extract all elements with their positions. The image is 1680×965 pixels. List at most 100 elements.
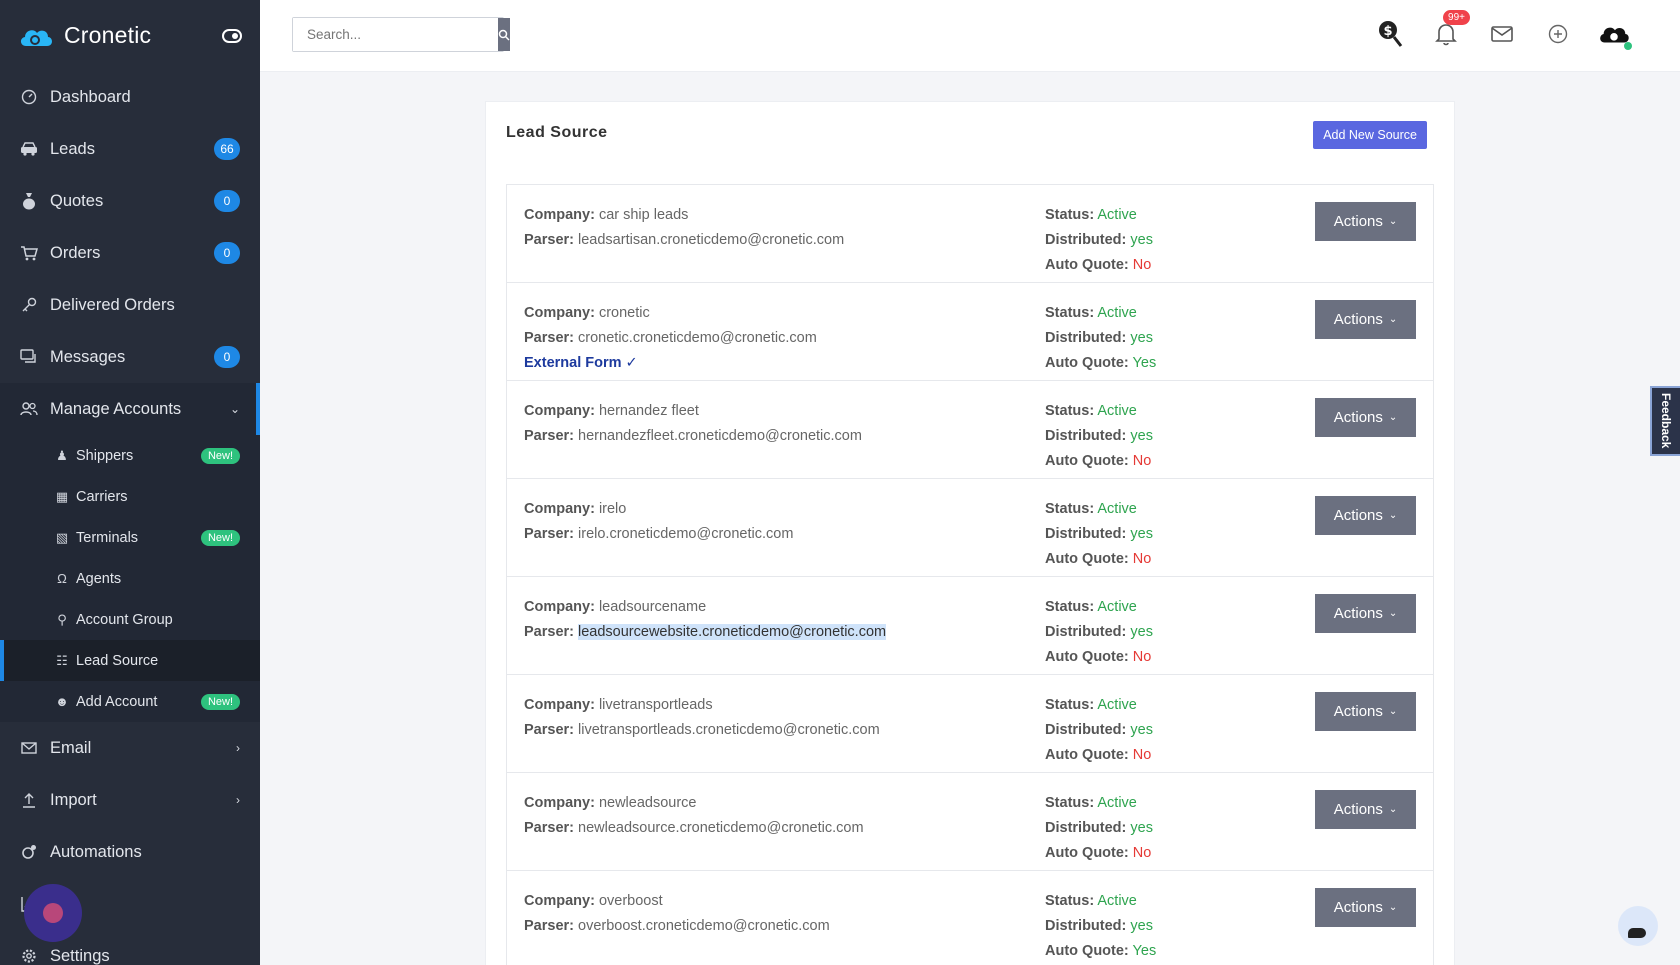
- actions-dropdown-button[interactable]: Actions ⌄: [1315, 594, 1416, 633]
- chevron-down-icon: ⌄: [1388, 216, 1398, 227]
- status-label: Status:: [1045, 697, 1095, 713]
- sidebar-item-leads[interactable]: Leads 66: [0, 123, 260, 175]
- company-value: leadsourcename: [598, 599, 707, 615]
- quotes-count-badge: 0: [214, 190, 240, 212]
- sidebar-item-label: Import: [50, 790, 97, 809]
- chat-widget-button[interactable]: [1618, 906, 1658, 946]
- dollar-search-icon: $: [1379, 21, 1403, 47]
- distributed-label: Distributed:: [1045, 918, 1127, 934]
- search-button[interactable]: [498, 18, 510, 51]
- distributed-label: Distributed:: [1045, 428, 1127, 444]
- company-value: livetransportleads: [598, 697, 713, 713]
- auto-quote-label: Auto Quote:: [1045, 649, 1129, 665]
- svg-text:$: $: [1383, 24, 1392, 39]
- company-label: Company:: [524, 501, 595, 517]
- actions-label: Actions: [1333, 605, 1383, 622]
- sidebar-item-delivered-orders[interactable]: Delivered Orders: [0, 279, 260, 331]
- sidebar-subitem-agents[interactable]: Ω Agents: [0, 558, 260, 599]
- company-label: Company:: [524, 207, 595, 223]
- sidebar-subitem-carriers[interactable]: ▦ Carriers: [0, 476, 260, 517]
- actions-label: Actions: [1333, 507, 1383, 524]
- parser-value: hernandezfleet.croneticdemo@cronetic.com: [578, 428, 862, 444]
- actions-dropdown-button[interactable]: Actions ⌄: [1315, 888, 1416, 927]
- building-icon: ▧: [55, 529, 69, 545]
- page-title: Lead Source: [506, 124, 608, 141]
- add-button[interactable]: [1542, 16, 1574, 52]
- parser-label: Parser:: [524, 624, 574, 640]
- sidebar-subitem-account-group[interactable]: ⚲ Account Group: [0, 599, 260, 640]
- sidebar-item-messages[interactable]: Messages 0: [0, 331, 260, 383]
- feedback-label: Feedback: [1659, 393, 1673, 449]
- sidebar-item-quotes[interactable]: Quotes 0: [0, 175, 260, 227]
- row-status: Status: Active Distributed: yes Auto Quo…: [1045, 203, 1153, 278]
- gear-icon: [20, 947, 38, 965]
- notifications-button[interactable]: 99+: [1430, 10, 1470, 52]
- status-label: Status:: [1045, 403, 1095, 419]
- automation-icon: [20, 843, 38, 861]
- parser-value: overboost.croneticdemo@cronetic.com: [578, 918, 830, 934]
- feedback-tab[interactable]: Feedback: [1650, 386, 1680, 456]
- money-bag-icon: [20, 192, 38, 210]
- company-value: irelo: [598, 501, 627, 517]
- add-new-source-button[interactable]: Add New Source: [1313, 121, 1427, 149]
- topbar: $ 99+: [260, 0, 1680, 72]
- actions-dropdown-button[interactable]: Actions ⌄: [1315, 692, 1416, 731]
- sidebar-item-label: Messages: [50, 347, 126, 366]
- actions-dropdown-button[interactable]: Actions ⌄: [1315, 300, 1416, 339]
- sidebar-subitem-terminals[interactable]: ▧ Terminals New!: [0, 517, 260, 558]
- floating-action-button[interactable]: [24, 884, 82, 942]
- actions-dropdown-button[interactable]: Actions ⌄: [1315, 202, 1416, 241]
- status-label: Status:: [1045, 795, 1095, 811]
- sidebar-toggle-icon[interactable]: [222, 28, 242, 43]
- auto-quote-label: Auto Quote:: [1045, 257, 1129, 273]
- user-avatar-button[interactable]: [1598, 16, 1632, 52]
- row-details: Company: livetransportleads Parser: live…: [524, 693, 880, 743]
- row-status: Status: Active Distributed: yes Auto Quo…: [1045, 791, 1153, 866]
- sidebar-item-automations[interactable]: Automations: [0, 826, 260, 878]
- parser-label: Parser:: [524, 820, 574, 836]
- auto-quote-value: No: [1132, 747, 1152, 763]
- distributed-value: yes: [1130, 428, 1153, 444]
- sidebar-subitem-shippers[interactable]: ♟ Shippers New!: [0, 435, 260, 476]
- plus-circle-icon: [1548, 24, 1568, 44]
- distributed-label: Distributed:: [1045, 624, 1127, 640]
- sidebar-item-manage-accounts[interactable]: Manage Accounts ⌄: [0, 383, 260, 435]
- lead-source-row: Company: livetransportleads Parser: live…: [507, 675, 1433, 773]
- chevron-down-icon: ⌄: [1388, 706, 1398, 717]
- sidebar-item-email[interactable]: Email ›: [0, 722, 260, 774]
- parser-label: Parser:: [524, 232, 574, 248]
- company-value: hernandez fleet: [598, 403, 699, 419]
- lead-source-row: Company: overboost Parser: overboost.cro…: [507, 871, 1433, 965]
- sidebar-subitem-add-account[interactable]: ☻ Add Account New!: [0, 681, 260, 722]
- sidebar-subitem-lead-source[interactable]: ☷ Lead Source: [0, 640, 260, 681]
- auto-quote-value: Yes: [1132, 355, 1157, 371]
- chevron-down-icon: ⌄: [1388, 412, 1398, 423]
- external-form-link[interactable]: External Form: [524, 355, 622, 371]
- subitem-label: Agents: [76, 570, 122, 587]
- sidebar-item-import[interactable]: Import ›: [0, 774, 260, 826]
- actions-dropdown-button[interactable]: Actions ⌄: [1315, 496, 1416, 535]
- distributed-value: yes: [1130, 624, 1153, 640]
- brand-name: Cronetic: [64, 22, 152, 48]
- actions-dropdown-button[interactable]: Actions ⌄: [1315, 398, 1416, 437]
- mail-button[interactable]: [1486, 16, 1518, 52]
- parser-value-selected: leadsourcewebsite.croneticdemo@cronetic.…: [578, 624, 887, 640]
- auto-quote-value: No: [1132, 257, 1152, 273]
- row-status: Status: Active Distributed: yes Auto Quo…: [1045, 595, 1153, 670]
- search-input[interactable]: [293, 18, 498, 51]
- lead-source-row: Company: newleadsource Parser: newleadso…: [507, 773, 1433, 871]
- dashboard-icon: [20, 88, 38, 106]
- sidebar-item-orders[interactable]: Orders 0: [0, 227, 260, 279]
- parser-label: Parser:: [524, 330, 574, 346]
- status-value: Active: [1097, 795, 1137, 811]
- distributed-value: yes: [1130, 330, 1153, 346]
- subitem-label: Shippers: [76, 447, 134, 464]
- actions-label: Actions: [1333, 703, 1383, 720]
- actions-dropdown-button[interactable]: Actions ⌄: [1315, 790, 1416, 829]
- parser-label: Parser:: [524, 526, 574, 542]
- online-status-dot: [1624, 42, 1632, 50]
- sidebar-item-dashboard[interactable]: Dashboard: [0, 71, 260, 123]
- dollar-search-button[interactable]: $: [1374, 16, 1406, 52]
- manage-accounts-subnav: ♟ Shippers New! ▦ Carriers ▧ Terminals N…: [0, 435, 260, 722]
- status-label: Status:: [1045, 893, 1095, 909]
